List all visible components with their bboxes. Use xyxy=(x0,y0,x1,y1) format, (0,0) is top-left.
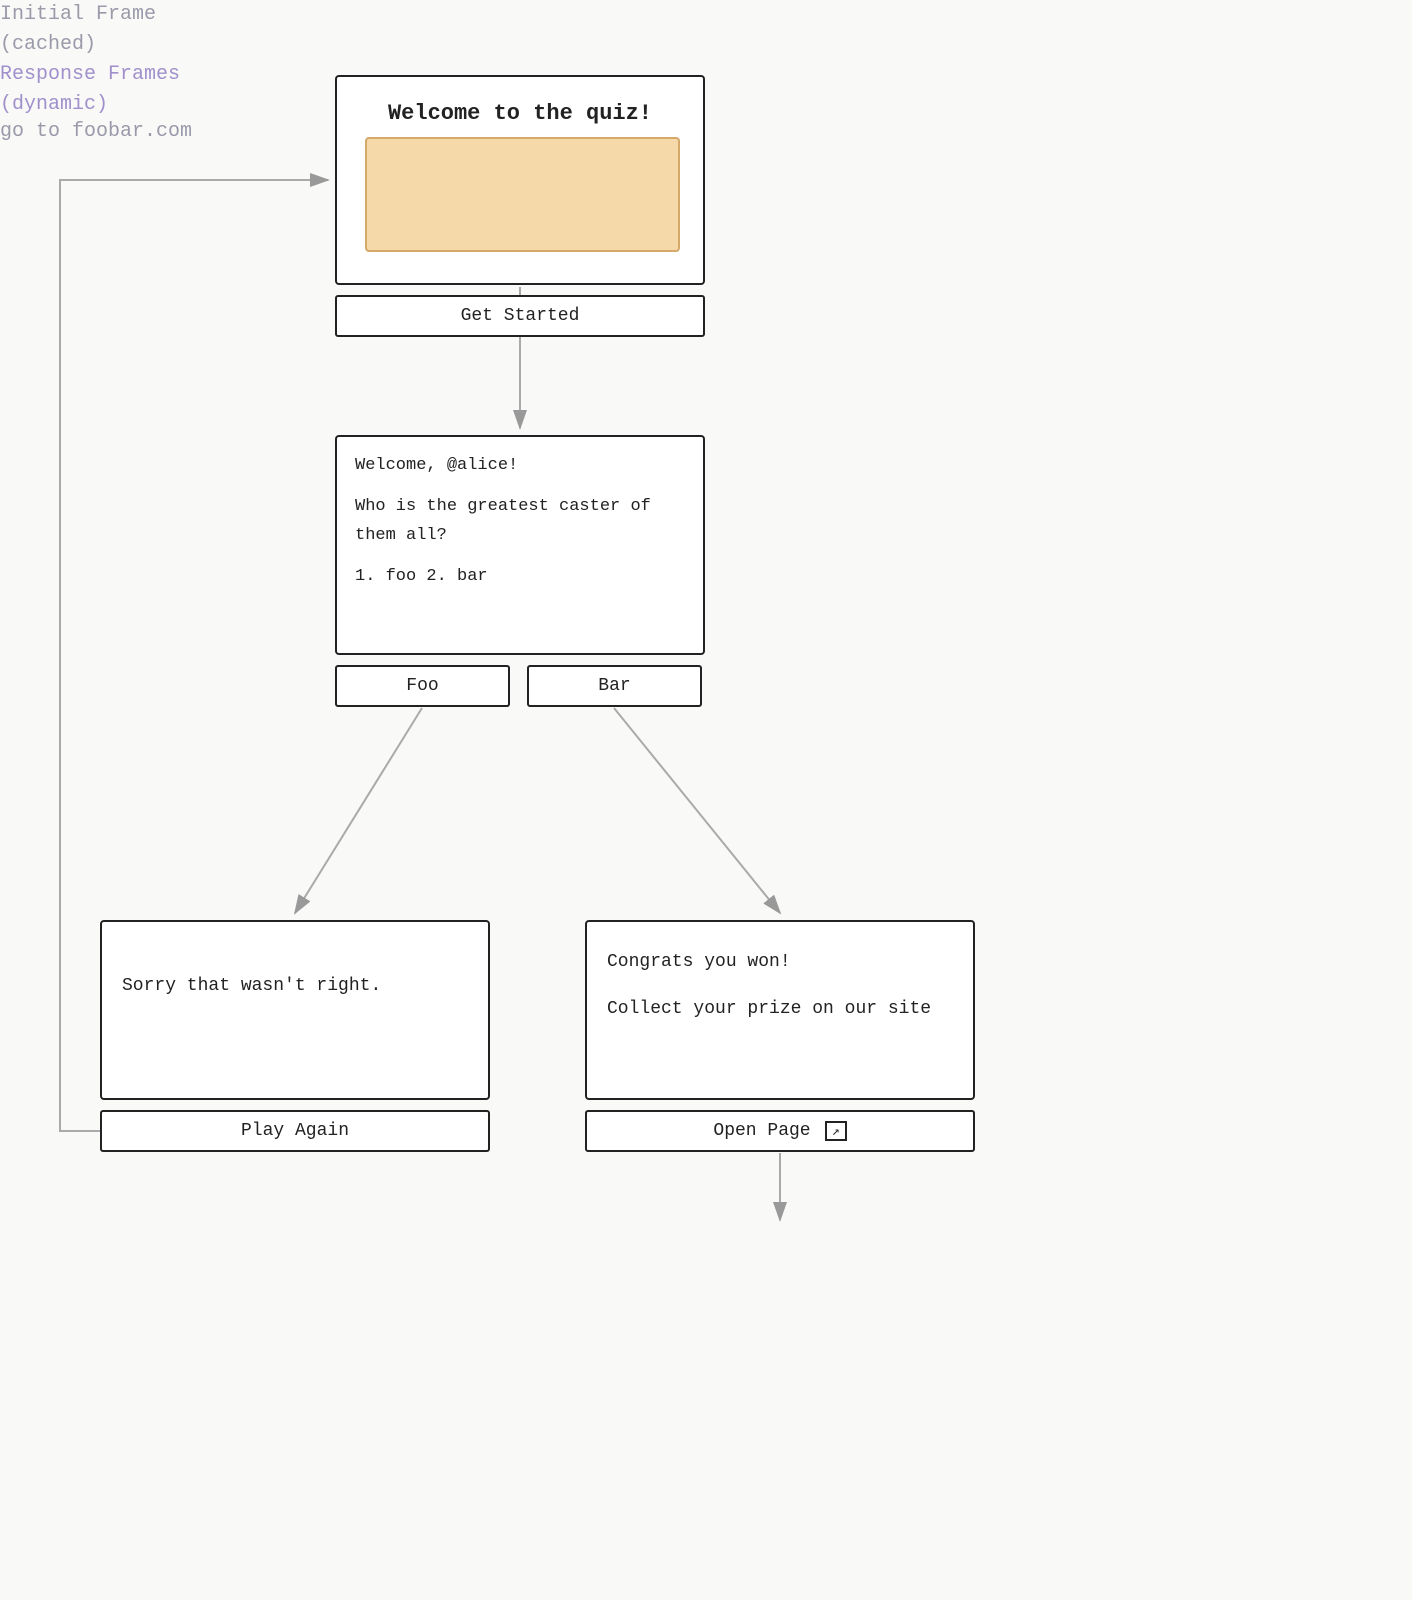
response-line4: 1. foo 2. bar xyxy=(355,563,651,592)
win-frame-box: Congrats you won! Collect your prize on … xyxy=(585,920,975,1100)
bar-label: Bar xyxy=(598,676,630,696)
foobar-label: go to foobar.com xyxy=(0,120,1412,143)
play-again-button[interactable]: Play Again xyxy=(100,1110,490,1152)
wrong-answer-text: Sorry that wasn't right. xyxy=(122,972,381,1001)
bar-button[interactable]: Bar xyxy=(527,665,702,707)
external-link-icon: ↗ xyxy=(825,1121,847,1141)
get-started-button[interactable]: Get Started xyxy=(335,295,705,337)
initial-frame-label: Initial Frame (cached) xyxy=(0,0,1412,60)
open-page-label: Open Page xyxy=(713,1121,810,1141)
response-line2: Who is the greatest caster of xyxy=(355,493,651,522)
initial-frame-box: Welcome to the quiz! xyxy=(335,75,705,285)
response-line1: Welcome, @alice! xyxy=(355,452,651,481)
get-started-label: Get Started xyxy=(461,306,580,326)
win-text: Congrats you won! Collect your prize on … xyxy=(607,947,931,1024)
response-text: Welcome, @alice! Who is the greatest cas… xyxy=(355,452,651,592)
response-frames-label: Response Frames (dynamic) xyxy=(0,60,1412,120)
foo-label: Foo xyxy=(406,676,438,696)
welcome-image-placeholder xyxy=(365,137,680,252)
play-again-label: Play Again xyxy=(241,1121,349,1141)
foo-button[interactable]: Foo xyxy=(335,665,510,707)
win-line1: Congrats you won! xyxy=(607,947,931,978)
response-line3: them all? xyxy=(355,522,651,551)
wrong-answer-frame: Sorry that wasn't right. xyxy=(100,920,490,1100)
response-frame-box: Welcome, @alice! Who is the greatest cas… xyxy=(335,435,705,655)
welcome-title: Welcome to the quiz! xyxy=(337,97,703,130)
open-page-button[interactable]: Open Page ↗ xyxy=(585,1110,975,1152)
win-line3: Collect your prize on our site xyxy=(607,994,931,1025)
